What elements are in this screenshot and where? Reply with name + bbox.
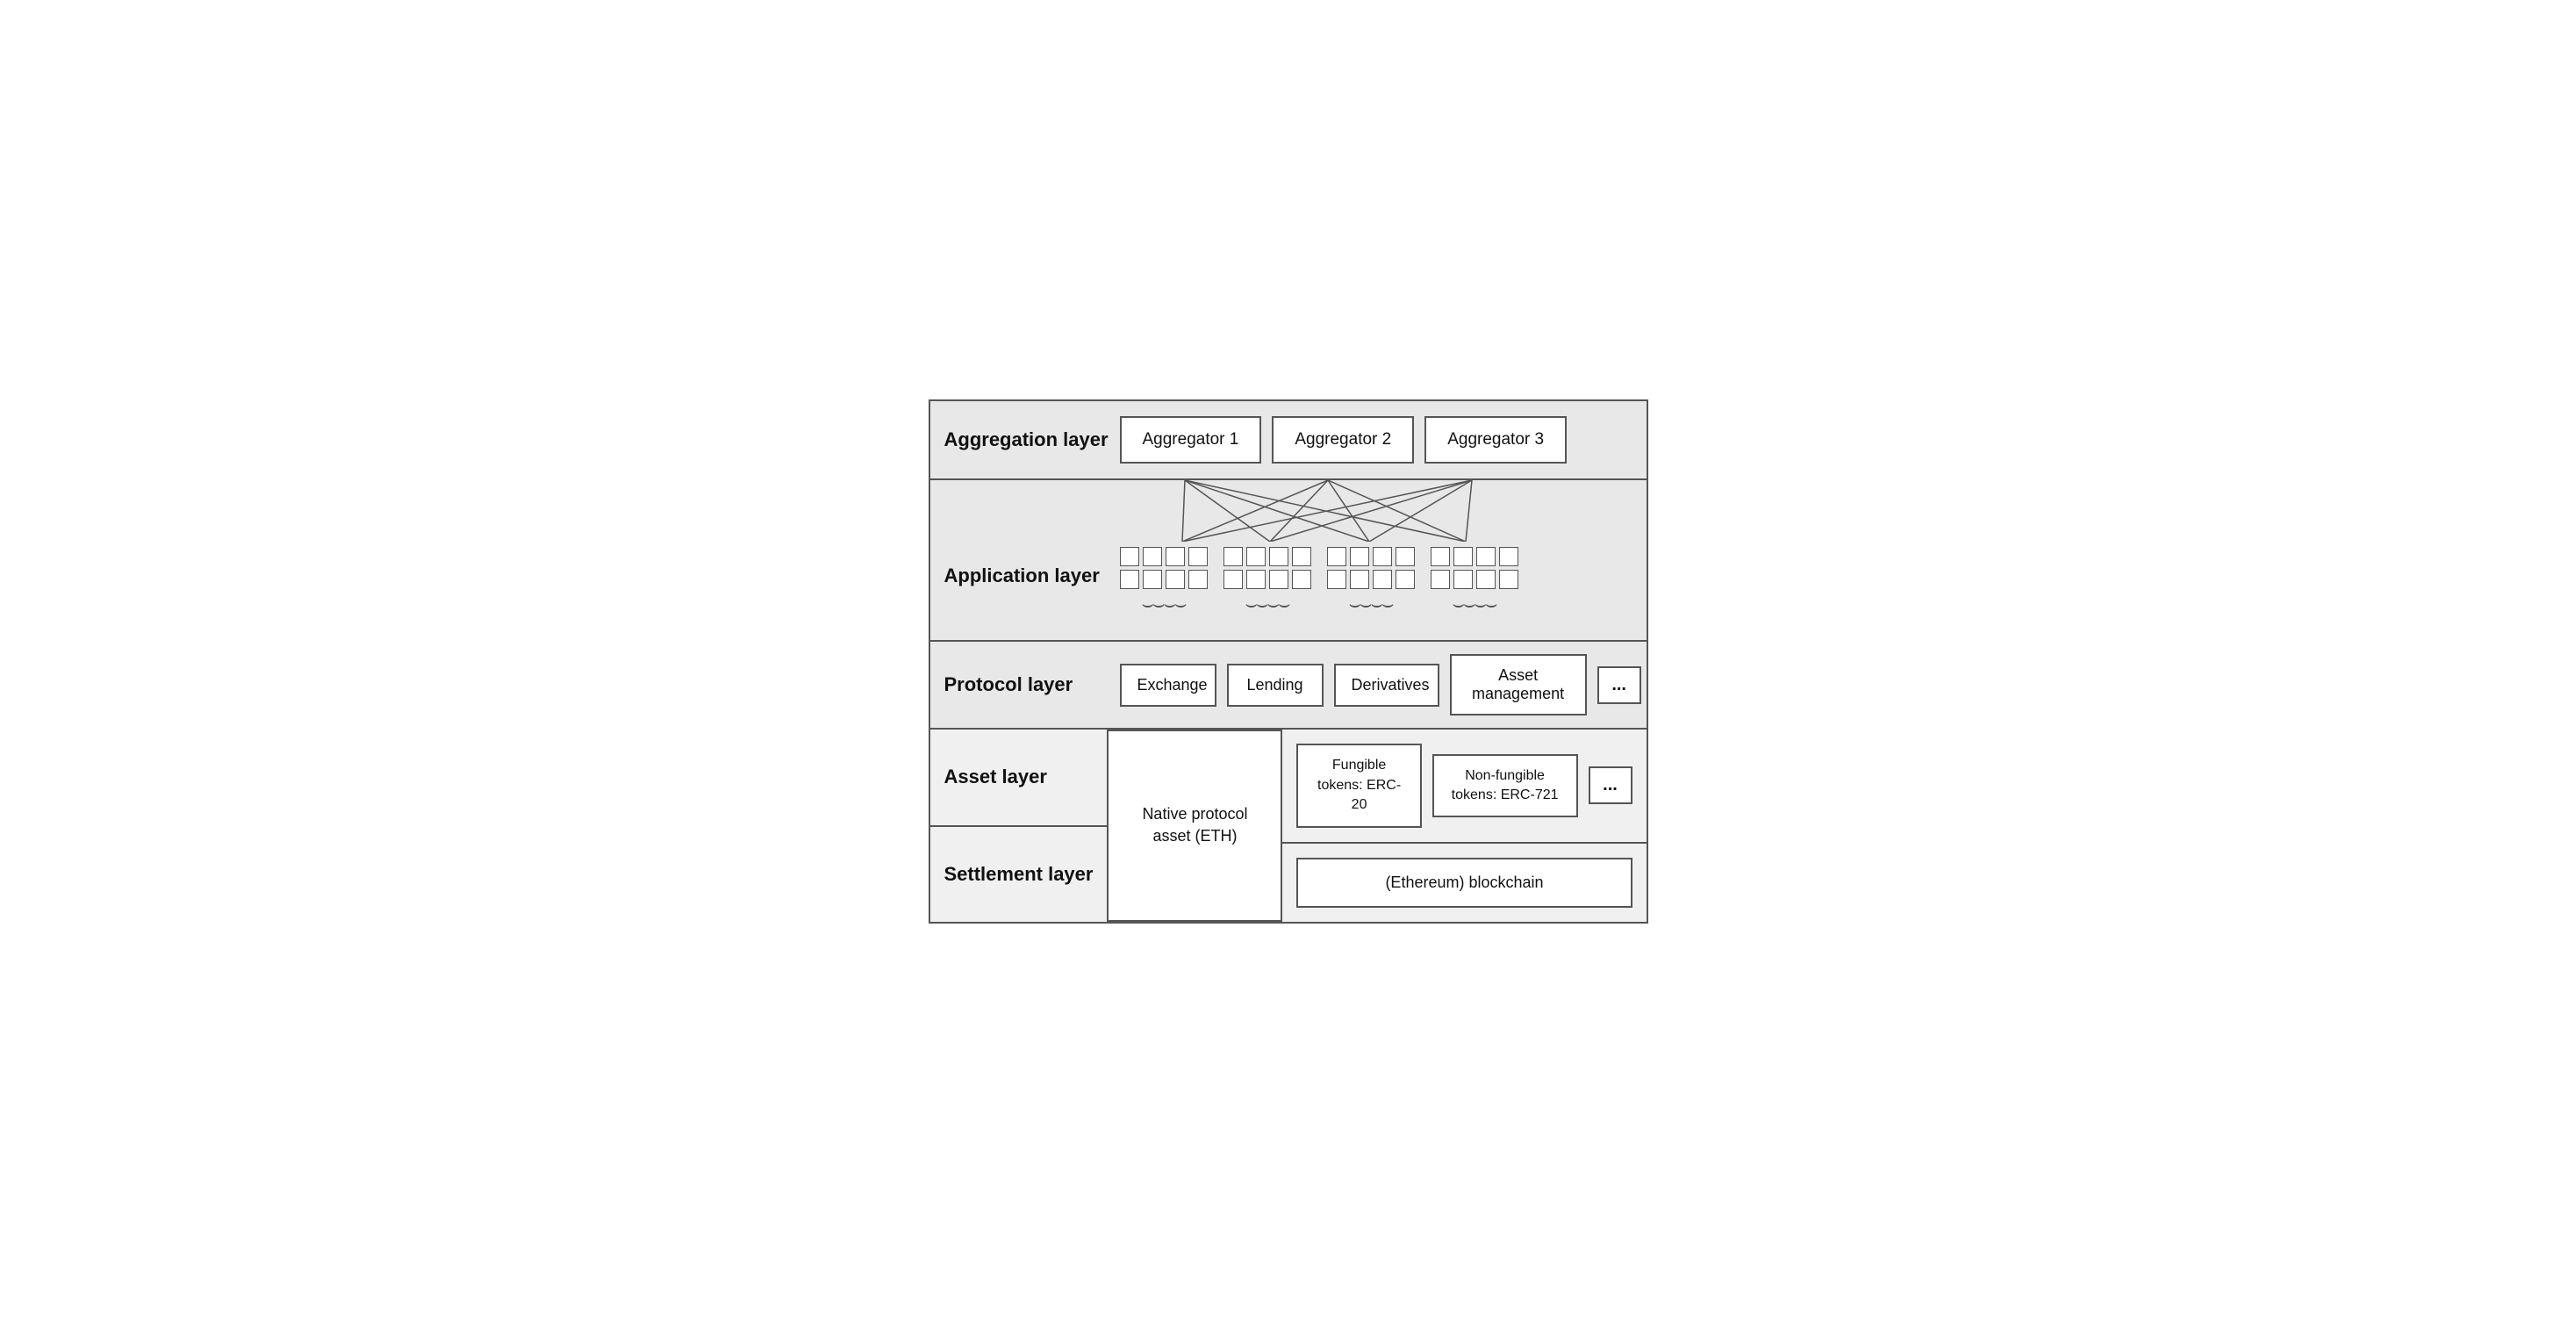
app-cell	[1269, 570, 1288, 589]
app-cell	[1292, 570, 1311, 589]
app-cell	[1327, 570, 1346, 589]
app-cell	[1166, 547, 1185, 566]
protocol-ellipsis: ...	[1597, 666, 1641, 704]
connection-lines	[930, 480, 1650, 542]
protocol-lending: Lending	[1227, 664, 1324, 707]
app-grid-1	[1120, 547, 1208, 589]
settlement-row: (Ethereum) blockchain	[1282, 844, 1646, 922]
brace-4: ⌣⌣⌣⌣	[1453, 593, 1496, 615]
app-group-2: ⌣⌣⌣⌣	[1223, 547, 1311, 615]
app-cell	[1120, 547, 1139, 566]
app-cell	[1453, 547, 1473, 566]
app-cell	[1476, 547, 1496, 566]
app-cell	[1431, 547, 1450, 566]
app-cell	[1396, 570, 1415, 589]
app-cell	[1373, 570, 1392, 589]
protocol-exchange: Exchange	[1120, 664, 1216, 707]
app-cell	[1292, 547, 1311, 566]
app-cell	[1143, 570, 1162, 589]
app-cell	[1143, 547, 1162, 566]
app-grid-3	[1327, 547, 1415, 589]
app-grid-2	[1223, 547, 1311, 589]
app-cell	[1373, 547, 1392, 566]
labels-column: Asset layer Settlement layer	[930, 730, 1108, 921]
app-cell	[1246, 547, 1266, 566]
app-cell	[1223, 570, 1243, 589]
application-label: Application layer	[944, 547, 1120, 587]
diagram: Aggregation layer Aggregator 1 Aggregato…	[929, 399, 1648, 923]
non-fungible-tokens: Non-fungible tokens: ERC-721	[1432, 754, 1578, 818]
app-cell	[1453, 570, 1473, 589]
asset-settlement-combined: Asset layer Settlement layer Native prot…	[930, 730, 1647, 921]
app-cell	[1223, 547, 1243, 566]
app-grid-4	[1431, 547, 1518, 589]
ethereum-blockchain: (Ethereum) blockchain	[1296, 858, 1632, 908]
aggregation-label: Aggregation layer	[944, 428, 1120, 451]
brace-2: ⌣⌣⌣⌣	[1245, 593, 1289, 615]
settlement-label: Settlement layer	[930, 827, 1108, 922]
aggregation-layer: Aggregation layer Aggregator 1 Aggregato…	[930, 401, 1647, 480]
app-cell	[1188, 547, 1208, 566]
protocol-asset-management: Asset management	[1450, 654, 1587, 715]
asset-items-row: Fungible tokens: ERC-20 Non-fungible tok…	[1282, 730, 1646, 843]
native-protocol-box: Native protocol asset (ETH)	[1107, 730, 1282, 921]
native-protocol-column: Native protocol asset (ETH)	[1107, 730, 1282, 921]
fungible-tokens: Fungible tokens: ERC-20	[1296, 744, 1421, 827]
brace-1: ⌣⌣⌣⌣	[1142, 593, 1186, 615]
brace-3: ⌣⌣⌣⌣	[1349, 593, 1393, 615]
app-cell	[1350, 547, 1369, 566]
asset-label: Asset layer	[930, 730, 1108, 826]
protocol-derivatives: Derivatives	[1334, 664, 1439, 707]
app-cell	[1188, 570, 1208, 589]
app-cell	[1350, 570, 1369, 589]
app-cell	[1327, 547, 1346, 566]
app-group-4: ⌣⌣⌣⌣	[1431, 547, 1518, 615]
app-cell	[1499, 570, 1518, 589]
app-group-3: ⌣⌣⌣⌣	[1327, 547, 1415, 615]
app-cell	[1120, 570, 1139, 589]
protocol-layer: Protocol layer Exchange Lending Derivati…	[930, 642, 1647, 730]
app-cell	[1499, 547, 1518, 566]
protocol-label: Protocol layer	[944, 673, 1120, 696]
app-cell	[1396, 547, 1415, 566]
app-cell	[1246, 570, 1266, 589]
right-column: Fungible tokens: ERC-20 Non-fungible tok…	[1282, 730, 1646, 921]
app-group-1: ⌣⌣⌣⌣	[1120, 547, 1208, 615]
aggregation-content: Aggregator 1 Aggregator 2 Aggregator 3	[1120, 416, 1632, 464]
application-content: ⌣⌣⌣⌣ ⌣⌣⌣⌣	[1120, 547, 1632, 615]
app-cell	[1431, 570, 1450, 589]
app-cell	[1166, 570, 1185, 589]
aggregator-2: Aggregator 2	[1272, 416, 1414, 464]
aggregator-3: Aggregator 3	[1424, 416, 1567, 464]
app-cell	[1269, 547, 1288, 566]
asset-ellipsis: ...	[1589, 766, 1632, 804]
aggregator-1: Aggregator 1	[1120, 416, 1262, 464]
protocol-content: Exchange Lending Derivatives Asset manag…	[1120, 654, 1641, 715]
app-cell	[1476, 570, 1496, 589]
